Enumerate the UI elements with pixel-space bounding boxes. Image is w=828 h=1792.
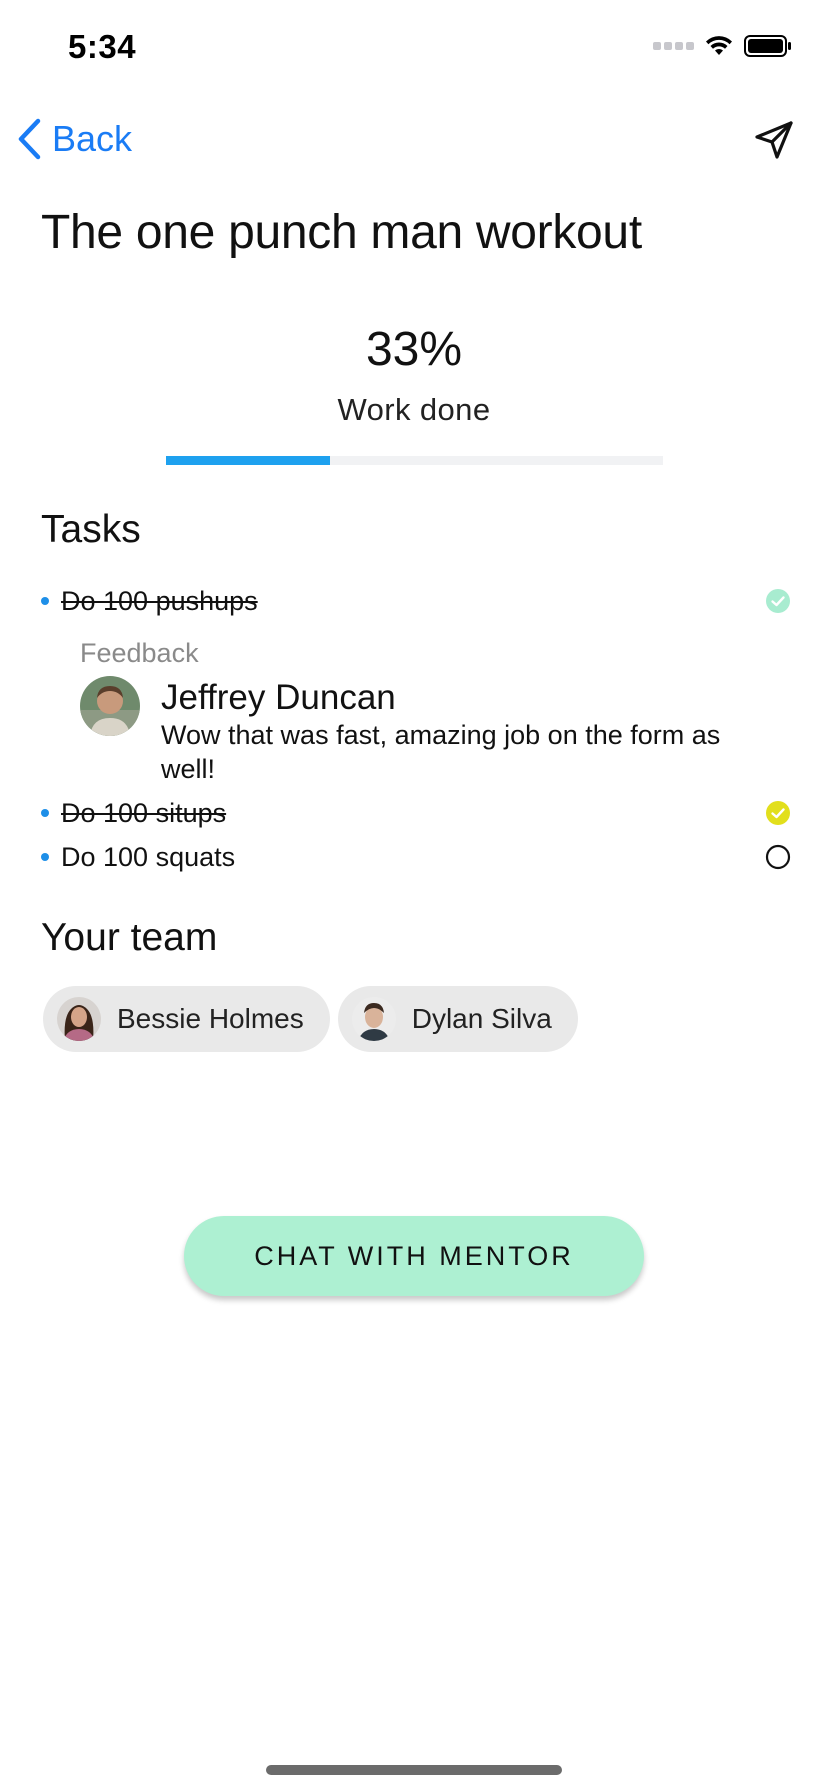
avatar <box>351 997 396 1041</box>
tasks-heading: Tasks <box>41 508 141 551</box>
task-item[interactable]: Do 100 situps <box>41 793 791 833</box>
home-indicator <box>266 1765 562 1775</box>
team-member-chip[interactable]: Dylan Silva <box>337 986 578 1052</box>
status-time: 5:34 <box>68 28 137 65</box>
person-avatar-icon <box>57 997 101 1041</box>
team-member-name: Bessie Holmes <box>117 1003 304 1034</box>
progress-percent: 33% <box>365 323 463 376</box>
cellular-signal-icon <box>653 42 694 50</box>
task-item[interactable]: Do 100 pushups <box>41 581 791 621</box>
task-text: Do 100 situps <box>61 797 227 828</box>
avatar <box>57 997 101 1041</box>
page-title: The one punch man workout <box>41 206 642 259</box>
back-label: Back <box>52 118 133 159</box>
check-circle-icon[interactable] <box>765 800 791 826</box>
empty-circle-icon[interactable] <box>765 844 791 870</box>
team-members: Bessie Holmes Dylan Silva <box>43 986 578 1052</box>
team-member-name: Dylan Silva <box>411 1003 552 1034</box>
chevron-left-icon <box>18 118 41 160</box>
status-icons <box>653 34 792 58</box>
back-button[interactable]: Back <box>16 118 132 160</box>
task-text: Do 100 pushups <box>61 585 258 616</box>
team-member-chip[interactable]: Bessie Holmes <box>43 986 330 1052</box>
progress-label: Work done <box>337 392 491 427</box>
person-avatar-icon <box>80 676 140 736</box>
bullet <box>41 597 49 605</box>
share-button[interactable] <box>754 120 794 165</box>
avatar <box>80 676 140 736</box>
task-item[interactable]: Do 100 squats <box>41 837 791 877</box>
wifi-icon <box>706 36 732 55</box>
send-icon <box>755 121 793 159</box>
progress-bar <box>166 456 663 465</box>
check-circle-icon[interactable] <box>765 588 791 614</box>
team-heading: Your team <box>41 916 218 959</box>
feedback-author: Jeffrey Duncan <box>161 678 396 717</box>
bullet <box>41 809 49 817</box>
battery-icon <box>744 35 791 57</box>
task-text: Do 100 squats <box>61 841 236 872</box>
feedback-label: Feedback <box>80 638 199 668</box>
chat-with-mentor-button[interactable]: CHAT WITH MENTOR <box>184 1216 644 1296</box>
bullet <box>41 853 49 861</box>
person-avatar-icon <box>351 997 396 1041</box>
progress-bar-fill <box>166 456 330 465</box>
feedback-message: Wow that was fast, amazing job on the fo… <box>161 720 721 784</box>
